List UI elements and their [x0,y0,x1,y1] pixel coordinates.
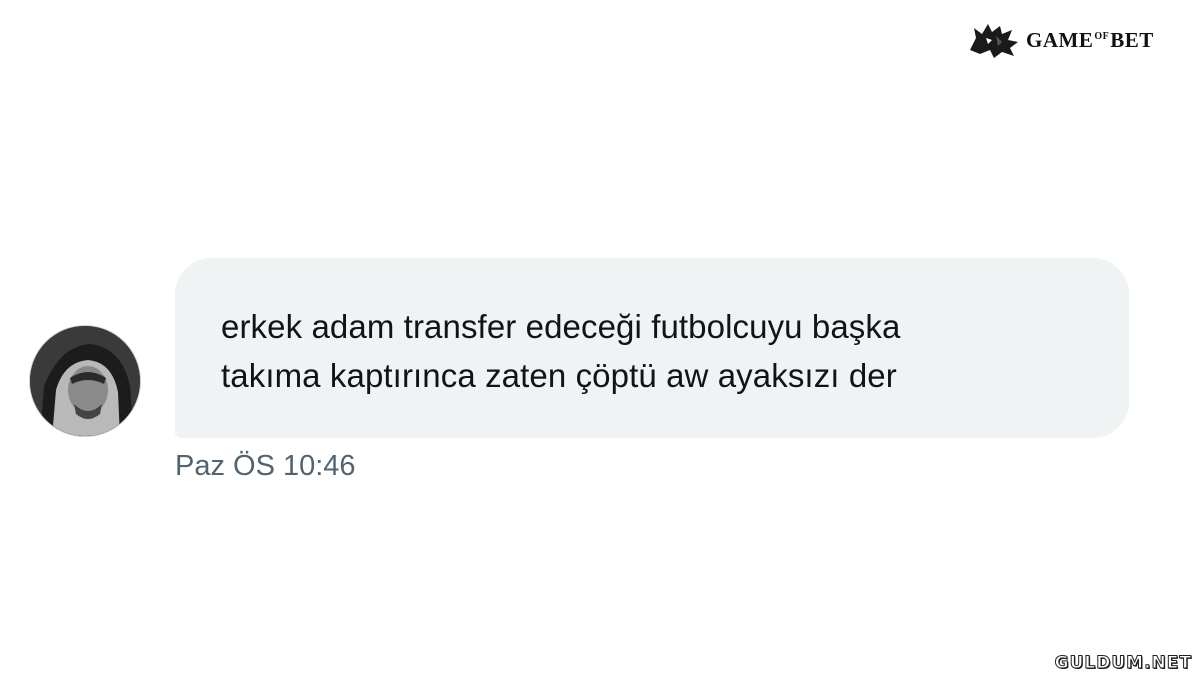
avatar-image [30,326,140,436]
user-avatar[interactable] [29,325,141,437]
message-text: erkek adam transfer edeceği futbolcuyu b… [221,308,901,394]
site-watermark: GULDUM.NET [1054,653,1192,674]
message-timestamp: Paz ÖS 10:46 [175,450,356,482]
message-bubble[interactable]: erkek adam transfer edeceği futbolcuyu b… [175,258,1129,438]
wolf-head-icon [970,24,1018,58]
brand-name: GAMEOFBET [1026,27,1154,52]
brand-logo: GAMEOFBET [968,20,1154,60]
